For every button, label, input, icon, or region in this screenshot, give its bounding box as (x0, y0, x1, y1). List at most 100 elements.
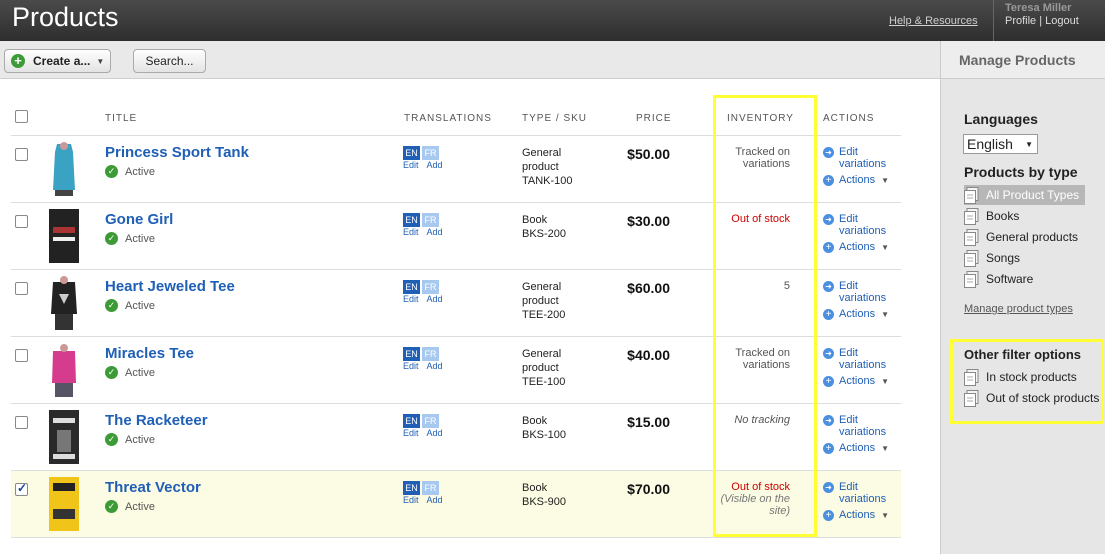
add-translation-link[interactable]: Add (427, 160, 443, 170)
edit-variations-label-1: Edit (839, 146, 858, 158)
product-thumbnail[interactable] (45, 207, 83, 265)
badge-fr[interactable]: FR (422, 481, 439, 495)
manage-product-types-link[interactable]: Manage product types (964, 303, 1073, 315)
type-filter-item[interactable]: All Product Types (964, 185, 1086, 205)
edit-variations-link[interactable]: ➜ Edit variations (823, 146, 889, 170)
actions-menu[interactable]: + Actions ▼ (823, 174, 889, 186)
check-circle-icon: ✓ (105, 232, 118, 245)
actions-label: Actions (839, 241, 876, 253)
add-translation-link[interactable]: Add (427, 294, 443, 304)
badge-en[interactable]: EN (403, 146, 420, 160)
edit-variations-label-2: variations (839, 426, 887, 438)
product-price: $40.00 (627, 347, 670, 363)
type-filter-item[interactable]: Songs (964, 248, 1020, 268)
badge-fr[interactable]: FR (422, 347, 439, 361)
product-type-line2: product (522, 362, 559, 374)
row-checkbox[interactable] (15, 148, 28, 161)
row-checkbox[interactable] (15, 416, 28, 429)
chevron-down-icon: ▼ (881, 444, 889, 453)
badge-en[interactable]: EN (403, 414, 420, 428)
badge-en[interactable]: EN (403, 347, 420, 361)
row-checkbox[interactable] (15, 215, 28, 228)
translation-links: Edit Add (403, 160, 451, 170)
create-button[interactable]: + Create a... ▼ (4, 49, 111, 73)
language-select[interactable]: English ▼ (963, 134, 1038, 154)
type-filter-item[interactable]: Books (964, 206, 1019, 226)
actions-label: Actions (839, 375, 876, 387)
check-circle-icon: ✓ (105, 366, 118, 379)
product-title-link[interactable]: The Racketeer (105, 412, 208, 429)
edit-translation-link[interactable]: Edit (403, 495, 419, 505)
row-checkbox[interactable] (15, 349, 28, 362)
search-button[interactable]: Search... (133, 49, 206, 73)
edit-variations-label-1: Edit (839, 414, 858, 426)
type-filter-item[interactable]: General products (964, 227, 1078, 247)
badge-fr[interactable]: FR (422, 414, 439, 428)
product-title-link[interactable]: Gone Girl (105, 211, 173, 228)
plus-circle-icon: + (823, 175, 834, 186)
edit-translation-link[interactable]: Edit (403, 294, 419, 304)
translation-badges: EN FR Edit Add (403, 346, 451, 371)
select-all-checkbox[interactable] (15, 110, 28, 123)
product-thumbnail[interactable] (45, 274, 83, 332)
add-translation-link[interactable]: Add (427, 361, 443, 371)
actions-cell: ➜ Edit variations + Actions ▼ (823, 481, 889, 521)
product-sku: TANK-100 (522, 175, 573, 187)
actions-menu[interactable]: + Actions ▼ (823, 509, 889, 521)
edit-variations-link[interactable]: ➜ Edit variations (823, 414, 889, 438)
col-price: PRICE (636, 113, 672, 124)
status-label: Active (125, 366, 155, 379)
edit-variations-link[interactable]: ➜ Edit variations (823, 280, 889, 304)
product-sku: BKS-900 (522, 496, 567, 508)
edit-translation-link[interactable]: Edit (403, 227, 419, 237)
chevron-down-icon: ▼ (881, 176, 889, 185)
user-name: Teresa Miller (1005, 2, 1072, 14)
product-sku: TEE-100 (522, 376, 566, 388)
badge-fr[interactable]: FR (422, 213, 439, 227)
product-thumbnail[interactable] (45, 408, 83, 466)
edit-variations-label-2: variations (839, 225, 887, 237)
badge-fr[interactable]: FR (422, 280, 439, 294)
actions-menu[interactable]: + Actions ▼ (823, 308, 889, 320)
edit-translation-link[interactable]: Edit (403, 361, 419, 371)
edit-variations-link[interactable]: ➜ Edit variations (823, 481, 889, 505)
product-thumbnail[interactable] (45, 475, 83, 533)
product-thumbnail[interactable] (45, 341, 83, 399)
logout-link[interactable]: Logout (1045, 15, 1079, 27)
actions-menu[interactable]: + Actions ▼ (823, 375, 889, 387)
actions-cell: ➜ Edit variations + Actions ▼ (823, 146, 889, 186)
product-title-link[interactable]: Miracles Tee (105, 345, 194, 362)
edit-translation-link[interactable]: Edit (403, 428, 419, 438)
product-title-link[interactable]: Princess Sport Tank (105, 144, 249, 161)
help-resources-link[interactable]: Help & Resources (889, 15, 978, 27)
badge-en[interactable]: EN (403, 280, 420, 294)
product-title-link[interactable]: Heart Jeweled Tee (105, 278, 235, 295)
actions-menu[interactable]: + Actions ▼ (823, 241, 889, 253)
type-filter-item[interactable]: Software (964, 269, 1033, 289)
edit-variations-link[interactable]: ➜ Edit variations (823, 213, 889, 237)
edit-variations-link[interactable]: ➜ Edit variations (823, 347, 889, 371)
add-translation-link[interactable]: Add (427, 227, 443, 237)
product-title-link[interactable]: Threat Vector (105, 479, 201, 496)
inventory-highlight (713, 95, 817, 537)
status-active: ✓ Active (105, 500, 155, 513)
status-label: Active (125, 165, 155, 178)
edit-translation-link[interactable]: Edit (403, 160, 419, 170)
product-price: $70.00 (627, 481, 670, 497)
status-label: Active (125, 500, 155, 513)
profile-link[interactable]: Profile (1005, 15, 1036, 27)
translation-badges: EN FR Edit Add (403, 212, 451, 237)
row-checkbox[interactable] (15, 481, 28, 496)
add-translation-link[interactable]: Add (427, 495, 443, 505)
row-checkbox[interactable] (15, 282, 28, 295)
product-thumbnail[interactable] (45, 140, 83, 198)
badge-fr[interactable]: FR (422, 146, 439, 160)
add-translation-link[interactable]: Add (427, 428, 443, 438)
product-type-line2: product (522, 295, 559, 307)
badge-en[interactable]: EN (403, 213, 420, 227)
actions-menu[interactable]: + Actions ▼ (823, 442, 889, 454)
translation-links: Edit Add (403, 361, 451, 371)
translation-links: Edit Add (403, 428, 451, 438)
badge-en[interactable]: EN (403, 481, 420, 495)
type-filter-label: All Product Types (986, 188, 1080, 202)
